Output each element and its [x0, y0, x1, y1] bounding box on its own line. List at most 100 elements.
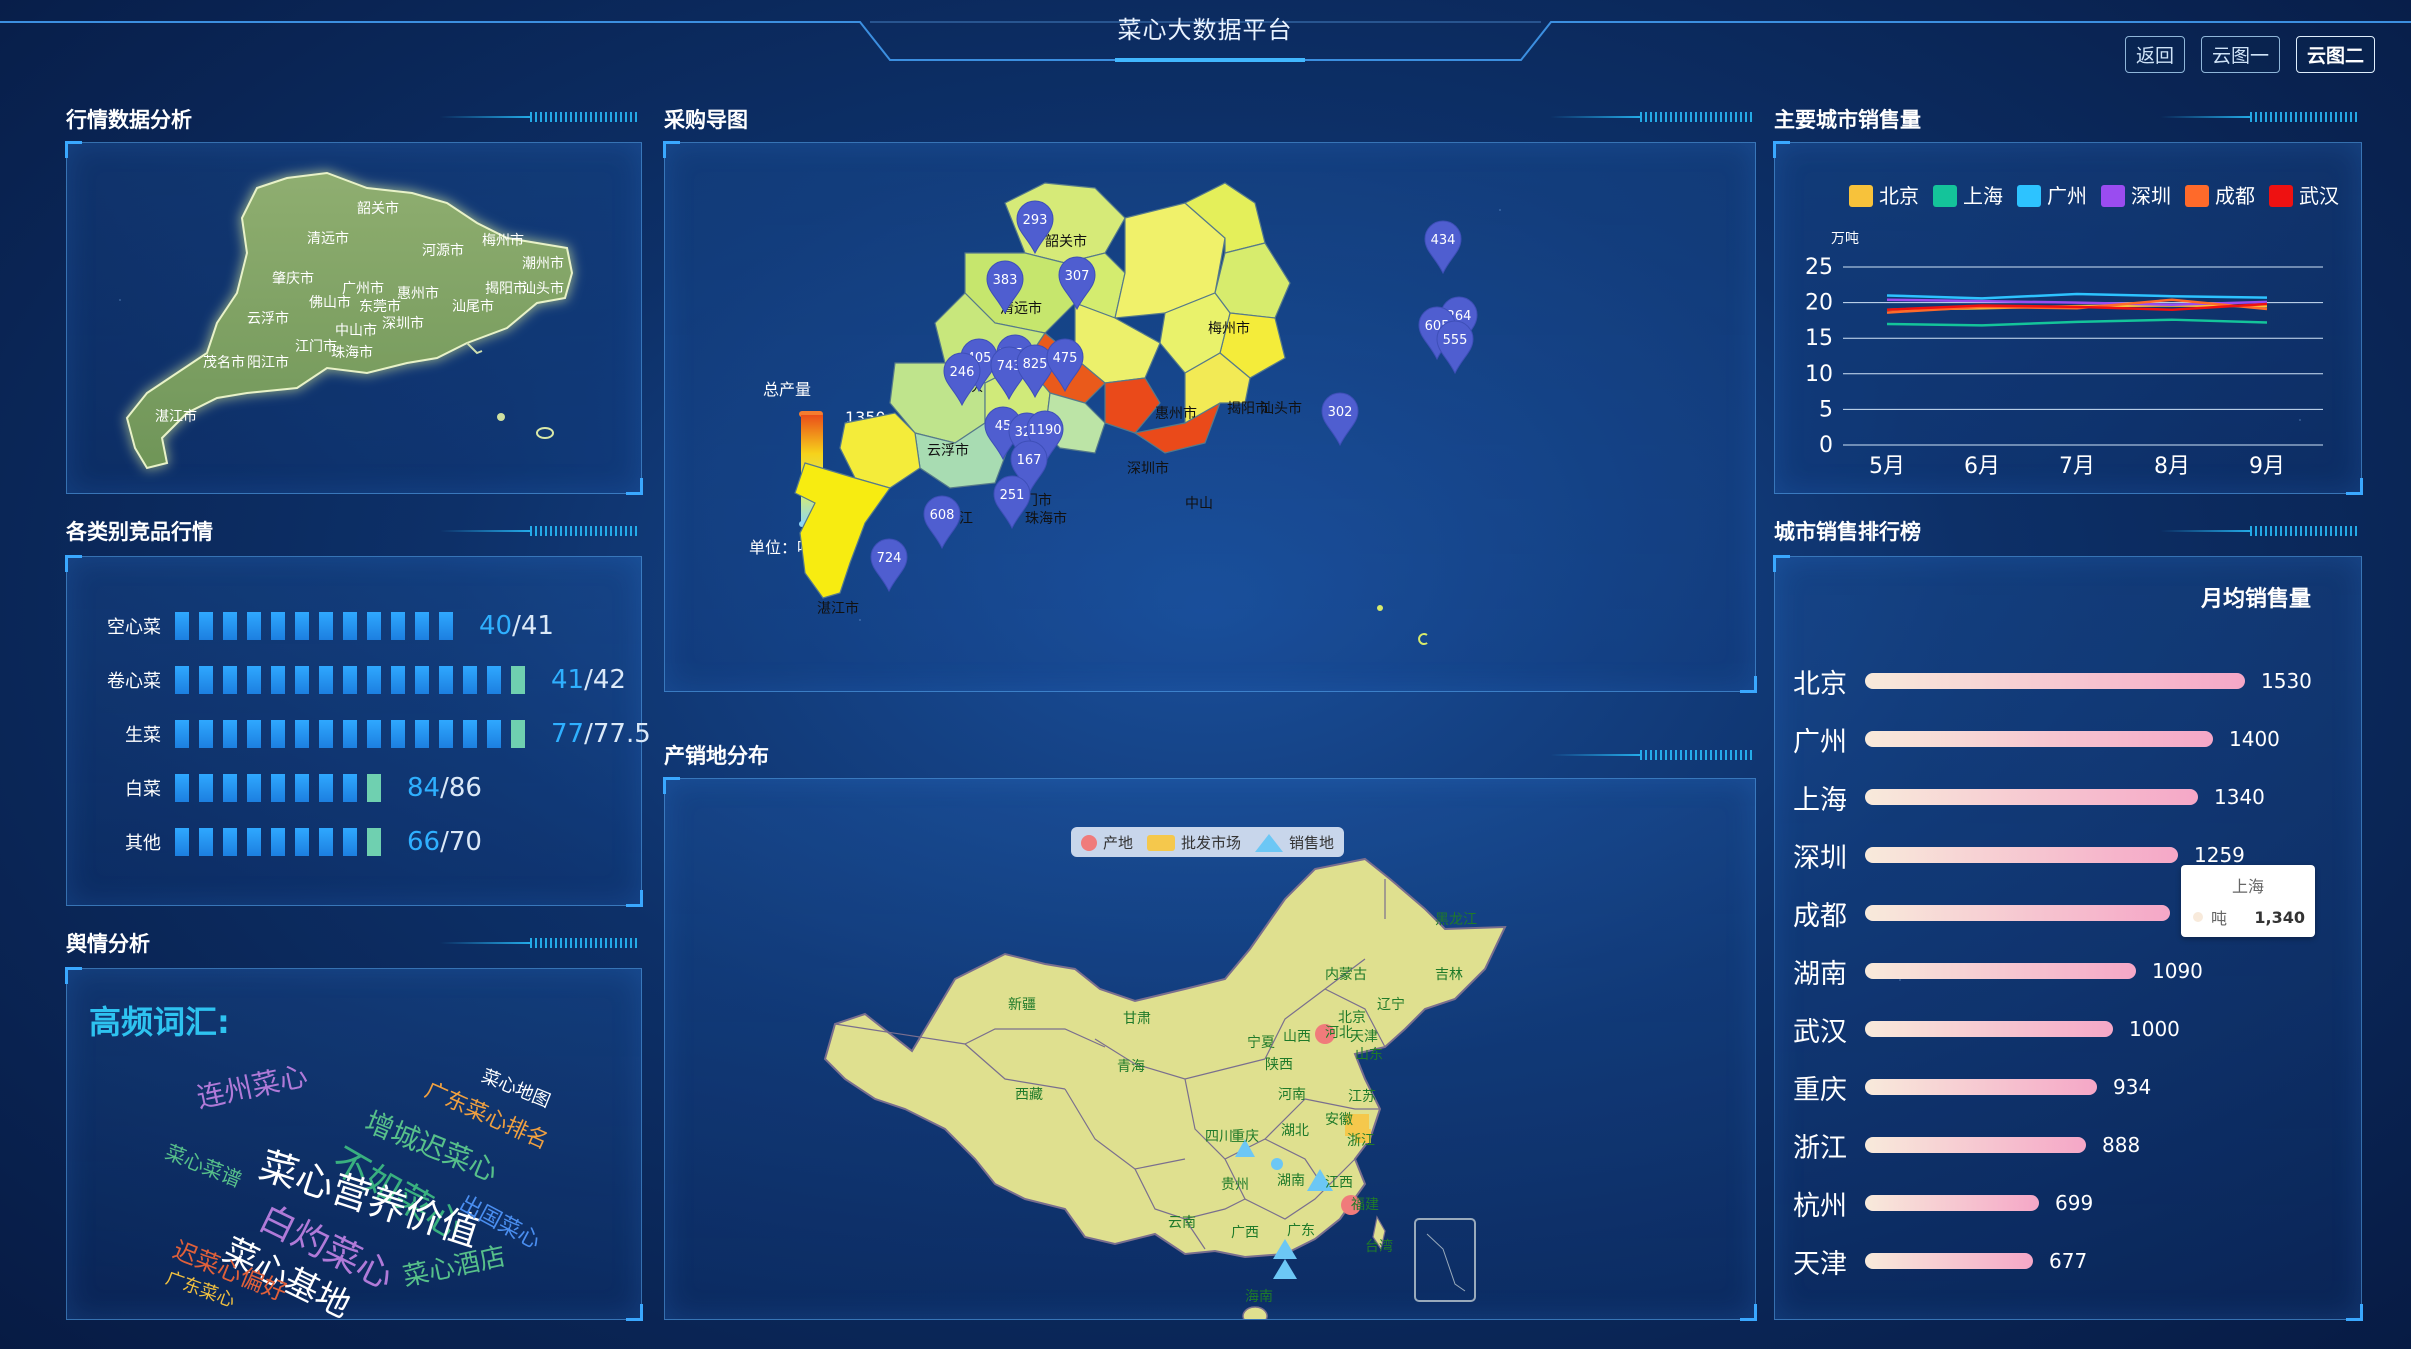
pin-value: 475: [1053, 351, 1078, 366]
map-label: 中山市: [335, 322, 377, 339]
ranking-row[interactable]: 深圳 1259: [1775, 835, 2245, 875]
city-sales-panel: 北京 上海 广州 深圳 成都 武汉 万吨 0 5 10 15 20 25 5月 6月 7月 8月 9月: [1773, 141, 2363, 495]
pin-value: 251: [1000, 488, 1025, 503]
ranking-row[interactable]: 重庆 934: [1775, 1067, 2151, 1107]
legend-label: 深圳: [2131, 184, 2171, 208]
ranking-bar[interactable]: [1865, 1137, 2086, 1153]
competitor-panel: 空心菜 40/41 卷心菜 41/42 生菜 77/77.5 白菜 84/86 …: [65, 555, 651, 907]
sales-marker[interactable]: [1273, 1259, 1297, 1279]
competitor-row: 空心菜 40/41: [67, 611, 554, 641]
china-map[interactable]: 黑龙江吉林辽宁内蒙古北京天津河北山西山东 宁夏陕西河南 江苏 甘肃青海 新疆西藏四川重庆…: [665, 779, 1755, 1326]
purchase-map[interactable]: 总产量 1350 0 单位：吨: [665, 143, 1755, 725]
map-pin[interactable]: 724: [870, 538, 908, 593]
competitor-title: 各类别竞品行情: [66, 520, 213, 544]
ranking-row[interactable]: 天津 677: [1775, 1241, 2087, 1281]
cloud-two-button[interactable]: 云图二: [2295, 36, 2375, 73]
map-pin[interactable]: 608: [923, 495, 961, 550]
legend-origin[interactable]: 产地: [1081, 832, 1133, 853]
guangdong-mini-map[interactable]: 韶关市 清远市 河源市 梅州市 潮州市 肇庆市 广州市 惠州市 揭阳市 汕头市 …: [67, 143, 641, 493]
ranking-bar[interactable]: [1865, 1021, 2113, 1037]
map-label: 湛江市: [817, 600, 859, 617]
title-decoration: [440, 526, 640, 536]
ranking-bar[interactable]: [1865, 673, 2245, 689]
sentiment-panel: 高频词汇: 连州菜心 增城迟菜心 广东菜心排名 菜心地图 不如菜心 菜心菜谱 菜…: [65, 967, 643, 1326]
map-label: 惠州市: [397, 285, 439, 302]
province-label: 江西: [1325, 1175, 1353, 1191]
pin-value: 555: [1443, 333, 1468, 348]
province-label: 台湾: [1365, 1238, 1393, 1255]
ranking-row[interactable]: 成都: [1775, 893, 2170, 933]
legend-item[interactable]: 上海: [1933, 184, 2003, 208]
ranking-row[interactable]: 武汉 1000: [1775, 1009, 2180, 1049]
tooltip-title: 上海: [2231, 877, 2264, 896]
ranking-value: 1530: [2261, 669, 2312, 693]
map-label: 汕尾市: [452, 298, 494, 315]
ranking-bar[interactable]: [1865, 731, 2213, 747]
ranking-bar[interactable]: [1865, 847, 2178, 863]
back-button[interactable]: 返回: [2124, 36, 2185, 73]
legend-item[interactable]: 北京: [1849, 184, 1919, 208]
map-pin[interactable]: 555: [1436, 320, 1474, 375]
pin-value: 293: [1023, 213, 1048, 228]
ranking-bar[interactable]: [1865, 1195, 2039, 1211]
map-pin[interactable]: 302: [1321, 392, 1359, 447]
title-decoration: [2160, 526, 2360, 536]
x-tick-label: 7月: [2059, 454, 2095, 479]
legend-item[interactable]: 深圳: [2101, 184, 2171, 208]
ranking-bar[interactable]: [1865, 963, 2136, 979]
map-label: 清远市: [307, 230, 349, 247]
legend-item[interactable]: 武汉: [2269, 184, 2339, 208]
ranking-title: 城市销售排行榜: [1774, 520, 1921, 544]
competitor-value: 84/86: [407, 773, 482, 803]
distribution-legend: 产地 批发市场 销售地: [1071, 827, 1345, 857]
province-label: 贵州: [1221, 1177, 1249, 1193]
sales-marker[interactable]: [1271, 1158, 1283, 1170]
ranking-bar[interactable]: [1865, 1253, 2033, 1269]
cloud-one-button[interactable]: 云图一: [2200, 36, 2280, 73]
square-icon: [1147, 835, 1176, 851]
series-line[interactable]: [1886, 292, 2268, 300]
ranking-bar[interactable]: [1865, 789, 2198, 805]
page-title: 菜心大数据平台: [1117, 16, 1293, 44]
competitor-row: 生菜 77/77.5: [67, 719, 651, 749]
province-label: 新疆: [1008, 997, 1036, 1013]
province-label: 安徽: [1325, 1112, 1353, 1128]
x-tick-label: 9月: [2249, 454, 2285, 479]
ranking-row[interactable]: 北京 1530: [1775, 661, 2312, 701]
x-tick-label: 8月: [2154, 454, 2190, 479]
map-label: 珠海市: [331, 344, 373, 361]
legend-item[interactable]: 广州: [2017, 184, 2087, 208]
word-cloud-word: 菜心菜谱: [161, 1139, 246, 1192]
series-line[interactable]: [1886, 318, 2268, 327]
ranking-row[interactable]: 杭州 699: [1775, 1183, 2093, 1223]
map-label: 肇庆市: [272, 270, 314, 287]
title-decoration: [1550, 750, 1754, 760]
legend-wholesale[interactable]: 批发市场: [1147, 832, 1241, 853]
ranking-value: 699: [2055, 1191, 2094, 1215]
map-label: 梅州市: [1208, 320, 1250, 337]
legend-item[interactable]: 成都: [2185, 184, 2255, 208]
legend-sales[interactable]: 销售地: [1255, 832, 1334, 853]
tooltip-unit: 吨: [2211, 909, 2228, 928]
map-pin[interactable]: 434: [1424, 220, 1462, 275]
ranking-value: 677: [2049, 1249, 2088, 1273]
y-tick-label: 25: [1805, 255, 1833, 280]
ranking-city: 深圳: [1793, 842, 1847, 874]
ranking-row[interactable]: 湖南 1090: [1775, 951, 2203, 991]
pin-value: 608: [930, 508, 955, 523]
tooltip-value: 1,340: [2254, 907, 2305, 927]
ranking-city: 成都: [1793, 900, 1847, 932]
ranking-panel: 月均销售量 北京 1530 广州 1400 上海 1340 深圳 1259 成都 湖南 1090 武汉…: [1773, 555, 2363, 1321]
province-label: 河北: [1325, 1025, 1353, 1041]
legend-label: 上海: [1963, 184, 2003, 208]
ranking-row[interactable]: 广州 1400: [1775, 719, 2280, 759]
map-label: 河源市: [422, 242, 464, 259]
province-label: 辽宁: [1377, 996, 1405, 1013]
ranking-city: 天津: [1793, 1248, 1847, 1280]
ranking-row[interactable]: 上海 1340: [1775, 777, 2265, 817]
ranking-bar[interactable]: [1865, 1079, 2097, 1095]
word-cloud-word: 连州菜心: [193, 1059, 311, 1115]
city-sales-line-chart[interactable]: 北京 上海 广州 深圳 成都 武汉 万吨 0 5 10 15 20 25 5月 6月 7月 8月 9月: [1775, 143, 2361, 493]
ranking-row[interactable]: 浙江 888: [1775, 1125, 2140, 1165]
ranking-bar[interactable]: [1865, 905, 2170, 921]
